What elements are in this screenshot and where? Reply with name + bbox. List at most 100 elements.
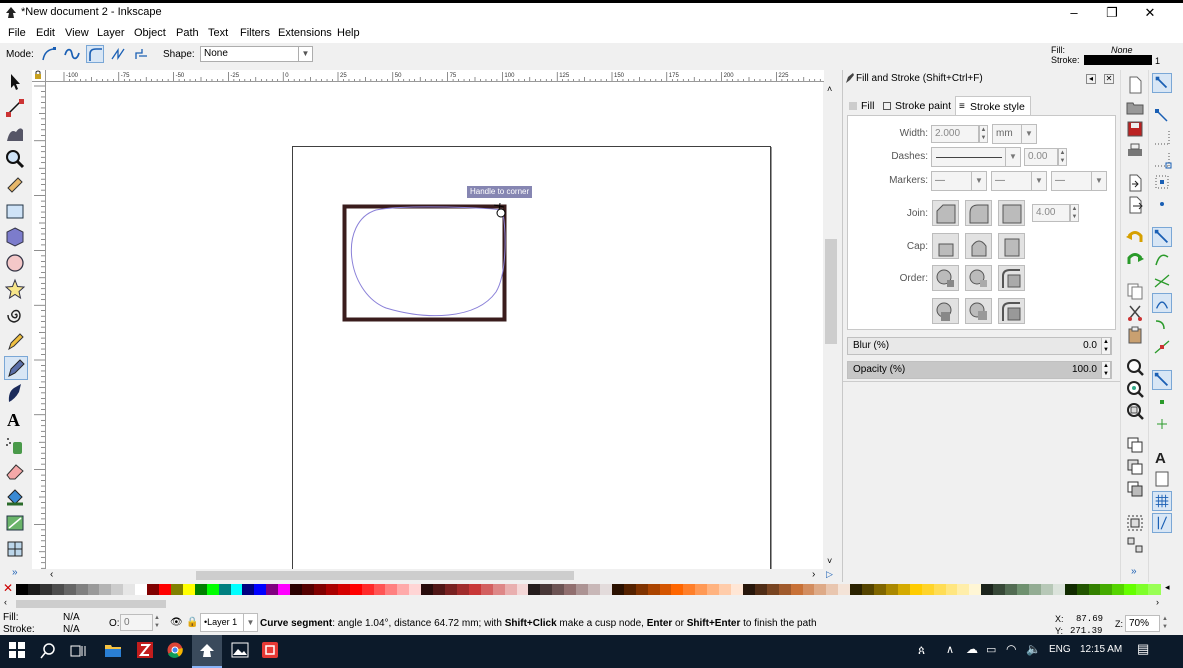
- paste-icon[interactable]: [1125, 325, 1145, 345]
- status-opacity-input[interactable]: 0: [120, 614, 153, 631]
- export-icon[interactable]: [1125, 195, 1145, 215]
- spiral-tool[interactable]: [4, 304, 28, 328]
- color-swatch[interactable]: [1148, 584, 1161, 595]
- unlink-clone-icon[interactable]: [1125, 479, 1145, 499]
- zoom-drawing-icon[interactable]: [1125, 379, 1145, 399]
- color-swatch[interactable]: [945, 584, 958, 595]
- menu-object[interactable]: Object: [134, 27, 166, 39]
- layer-lock-icon[interactable]: 🔒: [186, 617, 198, 628]
- color-swatch[interactable]: [754, 584, 768, 595]
- color-swatch[interactable]: [123, 584, 136, 595]
- more-scroll-icon[interactable]: ▷: [826, 569, 833, 580]
- color-swatch[interactable]: [1017, 584, 1030, 595]
- color-swatch[interactable]: [635, 584, 649, 595]
- snap-cusp-nodes-icon[interactable]: [1152, 293, 1172, 313]
- color-swatch[interactable]: [1088, 584, 1101, 595]
- color-swatch[interactable]: [933, 584, 947, 595]
- color-swatch[interactable]: [421, 584, 434, 595]
- color-swatch[interactable]: [504, 584, 518, 595]
- snap-text-baseline-icon[interactable]: A: [1152, 447, 1172, 467]
- snap-line-midpoints-icon[interactable]: [1152, 337, 1172, 357]
- language-indicator[interactable]: ENG: [1049, 644, 1071, 655]
- color-swatch[interactable]: [647, 584, 661, 595]
- end-marker-select[interactable]: — ▼: [1051, 171, 1107, 191]
- order-markers-fill-stroke-button[interactable]: [998, 265, 1025, 291]
- color-swatch[interactable]: [1064, 584, 1078, 595]
- ungroup-icon[interactable]: [1125, 535, 1145, 555]
- order-fill-stroke-markers-button[interactable]: [932, 265, 959, 291]
- color-swatch[interactable]: [981, 584, 994, 595]
- spiro-mode-button[interactable]: [63, 45, 81, 63]
- color-swatch[interactable]: [159, 584, 172, 595]
- horizontal-ruler[interactable]: -100 -75 -50 -25 0 25 50 75 100 125 150 175 200 225: [46, 70, 824, 82]
- color-swatch[interactable]: [742, 584, 756, 595]
- gradient-tool[interactable]: [4, 512, 28, 536]
- color-swatch[interactable]: [480, 584, 494, 595]
- color-swatch[interactable]: [290, 584, 303, 595]
- vertical-ruler[interactable]: [32, 82, 46, 569]
- chrome-icon[interactable]: [167, 642, 183, 658]
- spray-tool[interactable]: [4, 434, 28, 458]
- taskbar-inkscape-active[interactable]: [192, 635, 222, 668]
- horizontal-scrollbar[interactable]: ‹ ›: [46, 569, 823, 582]
- color-swatch[interactable]: [361, 584, 375, 595]
- color-swatch[interactable]: [623, 584, 637, 595]
- snap-bbox-corners-icon[interactable]: [1152, 150, 1172, 170]
- wifi-icon[interactable]: ◠: [1006, 642, 1016, 656]
- join-round-button[interactable]: [965, 200, 992, 226]
- miter-limit-spin-arrows[interactable]: ▲ ▼: [1070, 204, 1079, 222]
- open-folder-icon[interactable]: [1125, 97, 1145, 117]
- color-swatch[interactable]: [468, 584, 482, 595]
- node-tool[interactable]: [4, 96, 28, 120]
- measure-tool[interactable]: [4, 174, 28, 198]
- volume-icon[interactable]: 🔈: [1026, 642, 1041, 656]
- miter-limit-input[interactable]: 4.00 ▲ ▼: [1032, 204, 1079, 222]
- cut-icon[interactable]: [1125, 303, 1145, 323]
- color-swatch[interactable]: [492, 584, 506, 595]
- dash-offset-input[interactable]: 0.00 ▲ ▼: [1024, 148, 1067, 166]
- color-swatch[interactable]: [719, 584, 732, 595]
- horizontal-scroll-thumb[interactable]: [196, 571, 574, 580]
- color-swatch[interactable]: [790, 584, 804, 595]
- color-swatch[interactable]: [909, 584, 923, 595]
- palette-scroll-left-icon[interactable]: ‹: [4, 597, 7, 607]
- cap-butt-button[interactable]: [932, 233, 959, 259]
- color-swatch[interactable]: [254, 584, 267, 595]
- menu-layer[interactable]: Layer: [97, 27, 125, 39]
- color-swatch[interactable]: [921, 584, 935, 595]
- color-swatch[interactable]: [969, 584, 982, 595]
- color-swatch[interactable]: [576, 584, 589, 595]
- more-commands-icon[interactable]: »: [1131, 566, 1137, 577]
- zoom-selection-icon[interactable]: [1125, 357, 1145, 377]
- tray-overflow-icon[interactable]: ∧: [946, 643, 954, 656]
- zotero-icon[interactable]: [137, 642, 153, 658]
- color-swatch[interactable]: [242, 584, 255, 595]
- blur-slider[interactable]: Blur (%) 0.0 ▲ ▼: [847, 337, 1112, 355]
- redo-icon[interactable]: [1125, 249, 1145, 269]
- opacity-spin-arrows-icon[interactable]: ▲ ▼: [154, 614, 160, 630]
- photos-icon[interactable]: [231, 642, 249, 658]
- star-tool[interactable]: [4, 278, 28, 302]
- color-swatch[interactable]: [802, 584, 815, 595]
- clock[interactable]: 12:15 AM: [1080, 644, 1122, 655]
- dash-offset-spin-arrows[interactable]: ▲ ▼: [1058, 148, 1067, 166]
- snap-bbox-centers-icon[interactable]: [1152, 194, 1172, 214]
- color-swatch[interactable]: [850, 584, 863, 595]
- color-swatch[interactable]: [194, 584, 208, 595]
- menu-help[interactable]: Help: [337, 27, 360, 39]
- paint-bucket-tool[interactable]: [4, 486, 28, 510]
- color-swatch[interactable]: [1112, 584, 1125, 595]
- snap-enable-icon[interactable]: [1152, 73, 1172, 93]
- color-swatch[interactable]: [1052, 584, 1066, 595]
- eraser-tool[interactable]: [4, 460, 28, 484]
- color-swatch[interactable]: [1005, 584, 1018, 595]
- people-icon[interactable]: ጰ: [918, 643, 925, 658]
- join-miter-button[interactable]: [998, 200, 1025, 226]
- color-swatch[interactable]: [409, 584, 422, 595]
- order-stroke-markers-fill-button[interactable]: [998, 298, 1025, 324]
- more-tools-icon[interactable]: »: [12, 567, 18, 578]
- vertical-scroll-thumb[interactable]: [825, 239, 837, 344]
- zigzag-mode-button[interactable]: [109, 45, 127, 63]
- layer-visibility-icon[interactable]: 👁: [170, 617, 183, 628]
- color-swatch[interactable]: [313, 584, 327, 595]
